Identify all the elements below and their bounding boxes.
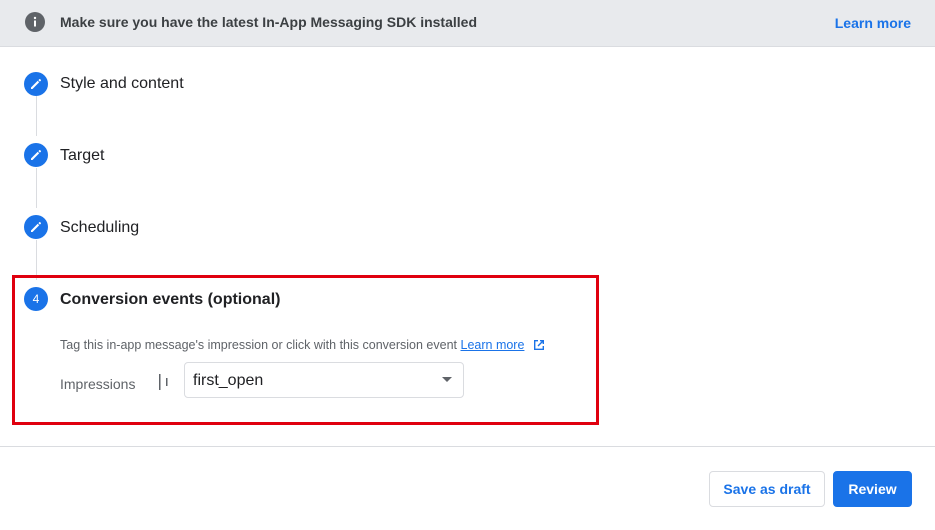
selected-event-value: first_open [193,372,264,389]
sdk-banner: Make sure you have the latest In-App Mes… [0,0,935,47]
external-link-icon[interactable] [532,338,546,352]
step-title-scheduling[interactable]: Scheduling [60,219,139,237]
edit-pencil-icon [31,221,42,232]
step-scheduling-edit-button[interactable] [24,215,48,239]
banner-message: Make sure you have the latest In-App Mes… [60,14,477,30]
helper-text: Tag this in-app message's impression or … [60,338,458,352]
step-title-target[interactable]: Target [60,147,104,165]
step-connector [36,96,37,136]
step-title-style-content[interactable]: Style and content [60,75,184,93]
step-target-edit-button[interactable] [24,143,48,167]
dropdown-caret-icon [442,377,452,382]
edit-pencil-icon [31,149,42,160]
info-icon [25,12,45,32]
save-as-draft-button[interactable]: Save as draft [709,471,825,507]
helper-learn-more-link[interactable]: Learn more [461,338,525,352]
edit-pencil-icon [31,78,42,89]
step-connector [36,240,37,280]
step-style-edit-button[interactable] [24,72,48,96]
impressions-label: Impressions [60,376,136,392]
review-button[interactable]: Review [833,471,912,507]
banner-learn-more-link[interactable]: Learn more [835,15,911,31]
conversion-event-select[interactable]: first_open [184,362,464,398]
footer-divider [0,446,935,447]
step-connector [36,168,37,208]
rule-bar-icon [159,374,168,390]
conversion-helper-text: Tag this in-app message's impression or … [60,338,546,352]
